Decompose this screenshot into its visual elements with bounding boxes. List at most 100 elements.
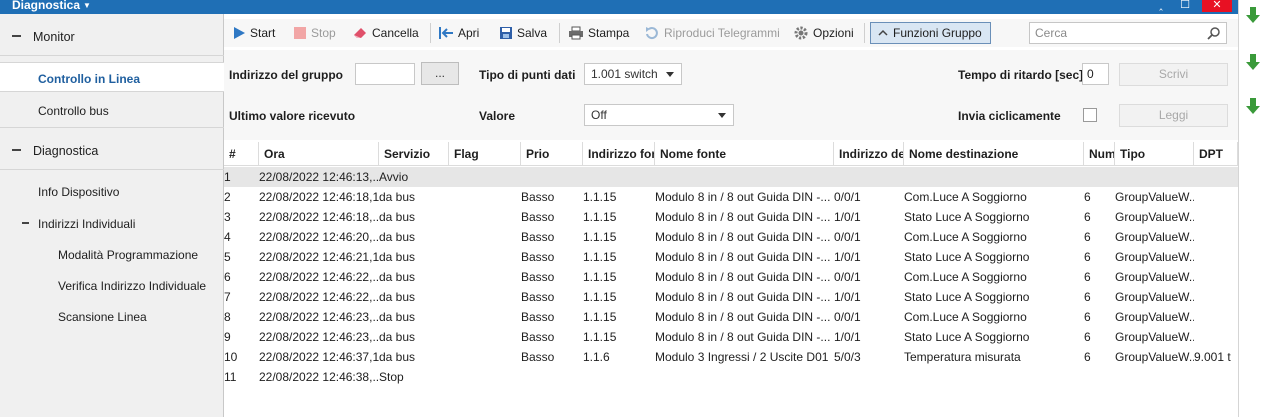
sidebar-item-controllo-bus[interactable]: Controllo bus	[0, 95, 224, 125]
col-num-cell	[1084, 367, 1115, 387]
sidebar-item-label: Indirizzi Individuali	[38, 217, 136, 231]
group-functions-label: Funzioni Gruppo	[893, 26, 982, 40]
table-row[interactable]: 11 22/08/2022 12:46:38,... Stop	[224, 367, 1238, 387]
col-source-address-cell: 1.1.15	[583, 230, 617, 244]
sidebar-item-verifica-indirizzo-individuale[interactable]: Verifica Indirizzo Individuale	[0, 270, 224, 300]
col-dpt-cell	[1194, 307, 1238, 327]
divider	[430, 23, 431, 43]
telegram-grid: #OraServizioFlagPrioIndirizzo fonteNome …	[224, 142, 1238, 417]
col-num-cell: 6	[1084, 190, 1091, 204]
col-number-header[interactable]: #	[224, 142, 259, 166]
col-time-header[interactable]: Ora	[259, 142, 379, 166]
col-source-address-cell: 1.1.15	[583, 310, 617, 324]
browse-button[interactable]: ...	[421, 62, 459, 85]
col-dest-name-cell: Com.Luce A Soggiorno	[904, 190, 1027, 204]
col-dest-address-header[interactable]: Indirizzo destinazione	[834, 142, 904, 166]
divider	[559, 23, 560, 43]
save-button[interactable]: Salva	[499, 22, 547, 44]
table-row[interactable]: 9 22/08/2022 12:46:23,... da bus Basso 1.1.1…	[224, 327, 1238, 347]
col-flag-cell	[449, 347, 521, 367]
col-dest-address-cell: 5/0/3	[834, 350, 861, 364]
cyclic-checkbox[interactable]	[1083, 108, 1097, 122]
col-type-header[interactable]: Tipo	[1115, 142, 1194, 166]
delay-input[interactable]: 0	[1082, 63, 1109, 85]
col-service-cell: da bus	[379, 270, 416, 284]
col-prio-cell	[521, 167, 583, 187]
table-row[interactable]: 10 22/08/2022 12:46:37,1... da bus Basso 1.1…	[224, 347, 1238, 367]
col-source-address-cell: 1.1.15	[583, 270, 617, 284]
print-button[interactable]: Stampa	[568, 22, 629, 44]
col-flag-header[interactable]: Flag	[449, 142, 521, 166]
table-row[interactable]: 3 22/08/2022 12:46:18,... da bus Basso 1.1.1…	[224, 207, 1238, 227]
replay-telegrams-button[interactable]: Riproduci Telegrammi	[644, 22, 780, 44]
col-source-name-cell: Modulo 3 Ingressi / 2 Uscite D01	[655, 350, 829, 364]
col-source-address-cell: 1.1.15	[583, 250, 617, 264]
close-button[interactable]: ✕	[1202, 0, 1232, 12]
dpt-select[interactable]: 1.001 switch	[584, 63, 682, 85]
col-service-cell: da bus	[379, 190, 416, 204]
table-row[interactable]: 6 22/08/2022 12:46:22,... da bus Basso 1.1.1…	[224, 267, 1238, 287]
read-button[interactable]: Leggi	[1119, 104, 1228, 127]
table-row[interactable]: 7 22/08/2022 12:46:22,... da bus Basso 1.1.1…	[224, 287, 1238, 307]
table-row[interactable]: 5 22/08/2022 12:46:21,1... da bus Basso 1.1.…	[224, 247, 1238, 267]
collapse-icon[interactable]	[12, 35, 21, 37]
maximize-button[interactable]: ☐	[1174, 0, 1196, 12]
col-time-cell: 22/08/2022 12:46:22,...	[259, 290, 379, 304]
cancel-button[interactable]: Cancella	[352, 22, 419, 44]
col-service-cell: da bus	[379, 250, 416, 264]
options-button[interactable]: Opzioni	[793, 22, 854, 44]
sidebar-item-controllo-in-linea[interactable]: Controllo in Linea	[0, 62, 224, 92]
sidebar-item-indirizzi-individuali[interactable]: Indirizzi Individuali	[0, 208, 224, 238]
col-source-address-cell: 1.1.6	[583, 350, 610, 364]
sidebar-section-label: Diagnostica	[33, 144, 99, 158]
col-source-address-cell	[583, 167, 655, 187]
arrow-down-icon[interactable]	[1245, 97, 1261, 115]
collapse-icon[interactable]	[12, 149, 21, 151]
sidebar-item-label: Controllo in Linea	[38, 72, 140, 86]
col-source-address-header[interactable]: Indirizzo fonte	[583, 142, 655, 166]
table-row[interactable]: 2 22/08/2022 12:46:18,1... da bus Basso 1.1.…	[224, 187, 1238, 207]
col-dest-address-cell: 1/0/1	[834, 250, 861, 264]
col-source-name-header[interactable]: Nome fonte	[655, 142, 834, 166]
col-dest-name-cell: Stato Luce A Soggiorno	[904, 210, 1030, 224]
col-number-cell: 11	[224, 370, 237, 384]
chevron-up-icon	[878, 29, 888, 36]
group-address-input[interactable]	[355, 63, 415, 85]
col-num-header[interactable]: Num	[1084, 142, 1115, 166]
collapse-icon[interactable]	[22, 222, 29, 224]
col-dest-name-cell	[904, 367, 1084, 387]
start-button[interactable]: Start	[232, 22, 275, 44]
search-input[interactable]	[1030, 23, 1200, 43]
sidebar-item-scansione-linea[interactable]: Scansione Linea	[0, 301, 224, 331]
col-number-cell: 4	[224, 230, 231, 244]
sidebar-section-diagnostica[interactable]: Diagnostica	[0, 133, 224, 169]
value-select[interactable]: Off	[584, 104, 734, 126]
col-service-header[interactable]: Servizio	[379, 142, 449, 166]
col-source-name-cell: Modulo 8 in / 8 out Guida DIN -...	[655, 230, 831, 244]
delay-label: Tempo di ritardo [sec]	[958, 68, 1084, 82]
open-button[interactable]: Apri	[438, 22, 479, 44]
col-dest-name-header[interactable]: Nome destinazione	[904, 142, 1084, 166]
arrow-down-icon[interactable]	[1245, 53, 1261, 71]
stop-button[interactable]: Stop	[293, 22, 336, 44]
col-flag-cell	[449, 247, 521, 267]
table-row[interactable]: 8 22/08/2022 12:46:23,... da bus Basso 1.1.1…	[224, 307, 1238, 327]
col-prio-header[interactable]: Prio	[521, 142, 583, 166]
sidebar-item-modalita-programmazione[interactable]: Modalità Programmazione	[0, 239, 224, 269]
group-functions-toggle[interactable]: Funzioni Gruppo	[870, 22, 991, 44]
minimize-button[interactable]: ‸	[1150, 0, 1172, 12]
side-panel-strip	[1238, 0, 1267, 417]
table-row[interactable]: 1 22/08/2022 12:46:13,... Avvio	[224, 167, 1238, 187]
arrow-down-icon[interactable]	[1245, 6, 1261, 24]
search-icon[interactable]	[1207, 26, 1221, 40]
col-num-cell: 6	[1084, 210, 1091, 224]
app-title[interactable]: Diagnostica ▼	[12, 0, 91, 12]
group-address-label: Indirizzo del gruppo	[229, 68, 343, 82]
sidebar-section-monitor[interactable]: Monitor	[0, 19, 224, 55]
col-flag-cell	[449, 227, 521, 247]
sidebar-item-label: Verifica Indirizzo Individuale	[58, 279, 207, 293]
sidebar-item-info-dispositivo[interactable]: Info Dispositivo	[0, 176, 224, 206]
write-button[interactable]: Scrivi	[1119, 63, 1228, 86]
col-dpt-header[interactable]: DPT	[1194, 142, 1238, 166]
table-row[interactable]: 4 22/08/2022 12:46:20,... da bus Basso 1.1.1…	[224, 227, 1238, 247]
